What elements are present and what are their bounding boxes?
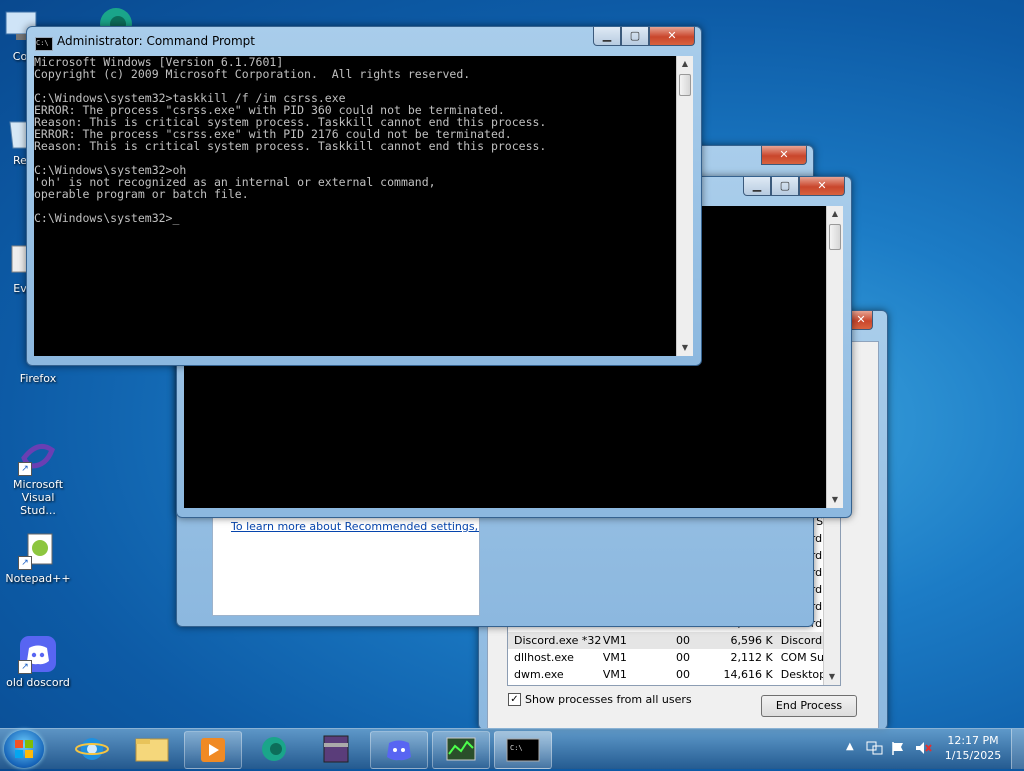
desktop-icon-label: Microsoft Visual Stud... (12, 478, 64, 517)
shortcut-arrow-icon: ↗ (18, 462, 32, 476)
taskbar-task-manager[interactable] (432, 731, 490, 769)
taskbar: C:\ ▲ 12:17 PM 1/15/2025 (0, 728, 1024, 769)
process-mem-cell: 14,616 K (723, 668, 773, 681)
discord-icon (387, 740, 411, 761)
scroll-thumb[interactable] (829, 224, 841, 250)
command-prompt-icon: C:\ (506, 738, 540, 762)
show-hidden-icons-arrow-icon[interactable]: ▲ (846, 741, 854, 752)
taskbar-command-prompt[interactable]: C:\ (494, 731, 552, 769)
desktop-icon-label: Notepad++ (5, 572, 71, 585)
table-row[interactable]: dllhost.exe VM1 00 2,112 K COM Surr... (508, 649, 840, 666)
ie-content-area: To learn more about Recommended settings… (212, 514, 480, 616)
shortcut-arrow-icon: ↗ (18, 556, 32, 570)
desktop-icon-label: Firefox (19, 372, 57, 385)
cmd-title-icon: C:\ (35, 37, 53, 51)
notepad-plus-plus-icon: ↗ (18, 530, 58, 570)
secondary-console-minimize-button[interactable]: ▁ (743, 177, 771, 196)
table-row[interactable]: dwm.exe VM1 00 14,616 K Desktop ... (508, 666, 840, 683)
taskbar-file-explorer[interactable] (124, 731, 180, 767)
taskbar-media-player[interactable] (184, 731, 242, 769)
desktop-icon-label: old doscord (6, 676, 70, 689)
recommended-settings-link[interactable]: To learn more about Recommended settings… (231, 520, 479, 533)
process-cpu-cell: 00 (675, 651, 690, 664)
scroll-down-arrow-icon[interactable]: ▼ (677, 340, 693, 356)
process-name-cell: Discord.exe *32 (514, 634, 602, 647)
desktop-icon-label: Ev (13, 282, 27, 295)
clock-date: 1/15/2025 (944, 749, 1002, 762)
secondary-console-scrollbar[interactable]: ▲ ▼ (826, 206, 843, 508)
end-process-button[interactable]: End Process (761, 695, 857, 717)
show-all-processes-label: Show processes from all users (525, 693, 692, 706)
start-button[interactable] (4, 730, 44, 768)
volume-muted-icon[interactable] (914, 740, 932, 756)
show-desktop-button[interactable] (1011, 729, 1024, 769)
taskbar-winrar[interactable] (308, 731, 364, 767)
file-explorer-icon (135, 738, 169, 762)
process-name-cell: dwm.exe (514, 668, 564, 681)
task-manager-close-button[interactable]: ✕ (849, 311, 873, 330)
process-cpu-cell: 00 (675, 668, 690, 681)
cmd-maximize-button[interactable]: ▢ (621, 27, 649, 46)
console-line: Copyright (c) 2009 Microsoft Corporation… (34, 67, 471, 81)
console-line: C:\Windows\system32>_ (34, 211, 180, 225)
process-mem-cell: 6,596 K (730, 634, 773, 647)
process-user-cell: VM1 (602, 651, 627, 664)
winrar-icon (323, 735, 349, 763)
secondary-console-maximize-button[interactable]: ▢ (771, 177, 799, 196)
taskbar-discord[interactable] (370, 731, 428, 769)
desktop-icon-label: Re (13, 154, 27, 167)
console-line: operable program or batch file. (34, 187, 249, 201)
clock[interactable]: 12:17 PM 1/15/2025 (938, 733, 1008, 763)
process-mem-cell: 2,112 K (730, 651, 773, 664)
cmd-window-title: Administrator: Command Prompt (57, 34, 255, 48)
desktop-icon-visual-studio[interactable]: ↗ Microsoft Visual Stud... (2, 436, 74, 517)
process-user-cell: VM1 (602, 668, 627, 681)
process-name-cell: dllhost.exe (514, 651, 574, 664)
taskbar-internet-explorer[interactable] (64, 731, 120, 767)
cmd-scrollbar[interactable]: ▲ ▼ (676, 56, 693, 356)
process-table-scrollbar[interactable]: ▼ (823, 513, 840, 685)
windows-logo-icon (15, 740, 33, 758)
process-user-cell: VM1 (602, 634, 627, 647)
desktop-icon-notepadpp[interactable]: ↗ Notepad++ (2, 530, 74, 585)
desktop-icon-old-discord[interactable]: ↗ old doscord (2, 634, 74, 689)
secondary-console-close-button[interactable]: ✕ (799, 177, 845, 196)
cmd-close-button[interactable]: ✕ (649, 27, 695, 46)
table-row[interactable]: Discord.exe *32 VM1 00 6,596 K Discord (508, 632, 840, 649)
shortcut-arrow-icon: ↗ (18, 660, 32, 674)
internet-explorer-icon (75, 738, 109, 760)
cmd-console-output[interactable]: Microsoft Windows [Version 6.1.7601] Copy… (34, 56, 676, 356)
clock-time: 12:17 PM (947, 734, 999, 747)
app-swirl-icon (262, 737, 286, 761)
scroll-down-arrow-icon[interactable]: ▼ (827, 492, 843, 508)
scroll-up-arrow-icon[interactable]: ▲ (677, 56, 693, 72)
console-line: Reason: This is critical system process.… (34, 139, 547, 153)
svg-text:C:\: C:\ (510, 744, 523, 752)
task-manager-icon (446, 737, 476, 761)
scroll-thumb[interactable] (679, 74, 691, 96)
action-center-flag-icon[interactable] (890, 740, 906, 756)
media-player-icon (201, 738, 225, 762)
network-icon[interactable] (866, 740, 884, 756)
visual-studio-icon: ↗ (18, 436, 58, 476)
cmd-minimize-button[interactable]: ▁ (593, 27, 621, 46)
system-tray: ▲ 12:17 PM 1/15/2025 (840, 729, 1024, 769)
taskbar-swirl-app[interactable] (246, 731, 302, 767)
scroll-down-arrow-icon[interactable]: ▼ (824, 669, 840, 685)
process-cpu-cell: 00 (675, 634, 690, 647)
scroll-up-arrow-icon[interactable]: ▲ (827, 206, 843, 222)
show-all-processes-checkbox-row[interactable]: ✓ Show processes from all users (508, 693, 692, 706)
discord-icon: ↗ (18, 634, 58, 674)
show-all-processes-checkbox[interactable]: ✓ (508, 693, 521, 706)
